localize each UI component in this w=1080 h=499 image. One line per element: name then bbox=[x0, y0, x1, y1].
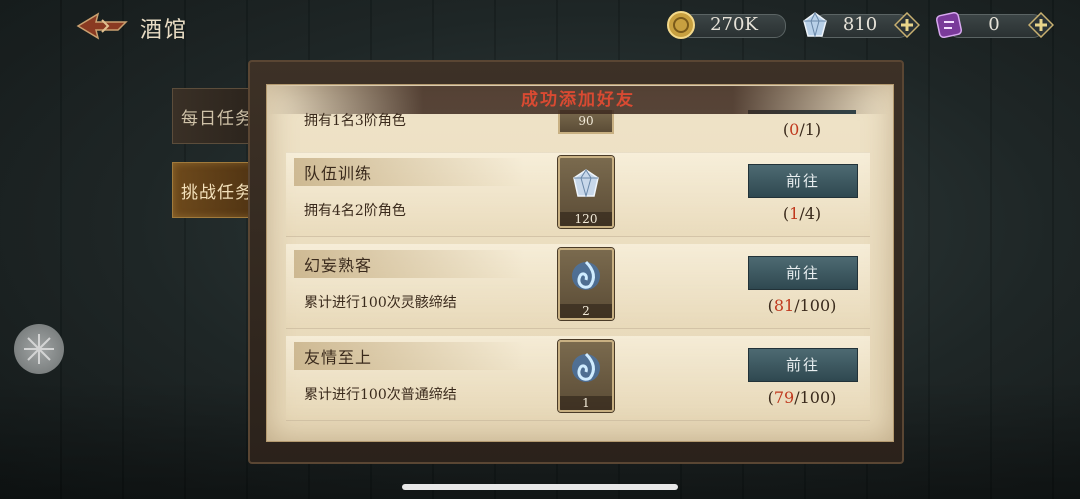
task-row: 幻妄熟客 累计进行100次灵骸缔结 2 前往 (81/100) bbox=[286, 244, 870, 329]
task-progress: (1/4) bbox=[782, 204, 822, 223]
task-name: 友情至上 bbox=[304, 348, 373, 367]
diamond-value: 810 bbox=[842, 14, 878, 35]
task-name: 幻妄熟客 bbox=[304, 256, 373, 275]
reward-qty: 1 bbox=[560, 396, 612, 410]
toast-message: 成功添加好友 bbox=[268, 86, 888, 114]
purple-ticket-icon bbox=[935, 11, 963, 39]
gold-coin-icon bbox=[667, 11, 695, 39]
task-progress: (79/100) bbox=[767, 388, 837, 407]
page-title: 酒馆 bbox=[140, 18, 189, 43]
diamond-counter: 810 bbox=[800, 10, 924, 40]
add-diamond-plus-icon[interactable] bbox=[894, 12, 920, 38]
floating-menu-button[interactable] bbox=[14, 324, 64, 374]
back-arrow-icon[interactable] bbox=[74, 10, 130, 42]
diamond-icon bbox=[573, 169, 599, 198]
ticket-counter: 0 bbox=[934, 10, 1058, 40]
task-name: 队伍训练 bbox=[304, 164, 373, 183]
task-row: 友情至上 累计进行100次普通缔结 1 前往 (79/100) bbox=[286, 336, 870, 421]
add-ticket-plus-icon[interactable] bbox=[1028, 12, 1054, 38]
task-progress: (0/1) bbox=[782, 120, 822, 139]
task-row-partial: 拥有1名3阶角色 90 (0/1) bbox=[286, 110, 870, 153]
go-button[interactable]: 前往 bbox=[748, 164, 858, 198]
diamond-icon bbox=[803, 11, 827, 38]
home-indicator[interactable] bbox=[402, 484, 678, 490]
task-progress: (81/100) bbox=[767, 296, 837, 315]
task-desc: 累计进行100次普通缔结 bbox=[304, 387, 457, 403]
ticket-value: 0 bbox=[988, 14, 1000, 35]
swirl-icon bbox=[24, 334, 54, 364]
reward-item[interactable]: 120 bbox=[558, 156, 614, 228]
task-desc: 拥有4名2阶角色 bbox=[304, 203, 406, 219]
reward-qty: 120 bbox=[560, 212, 612, 226]
blue-flame-icon bbox=[572, 352, 600, 382]
gold-value: 270K bbox=[710, 14, 758, 35]
reward-item[interactable]: 1 bbox=[558, 340, 614, 412]
task-row: 队伍训练 拥有4名2阶角色 120 前往 (1/4) bbox=[286, 152, 870, 237]
gold-counter: 270K bbox=[666, 10, 786, 40]
reward-qty: 2 bbox=[560, 304, 612, 318]
reward-item[interactable]: 2 bbox=[558, 248, 614, 320]
task-desc: 累计进行100次灵骸缔结 bbox=[304, 295, 457, 311]
blue-flame-icon bbox=[572, 260, 600, 290]
go-button[interactable]: 前往 bbox=[748, 348, 858, 382]
go-button[interactable]: 前往 bbox=[748, 256, 858, 290]
